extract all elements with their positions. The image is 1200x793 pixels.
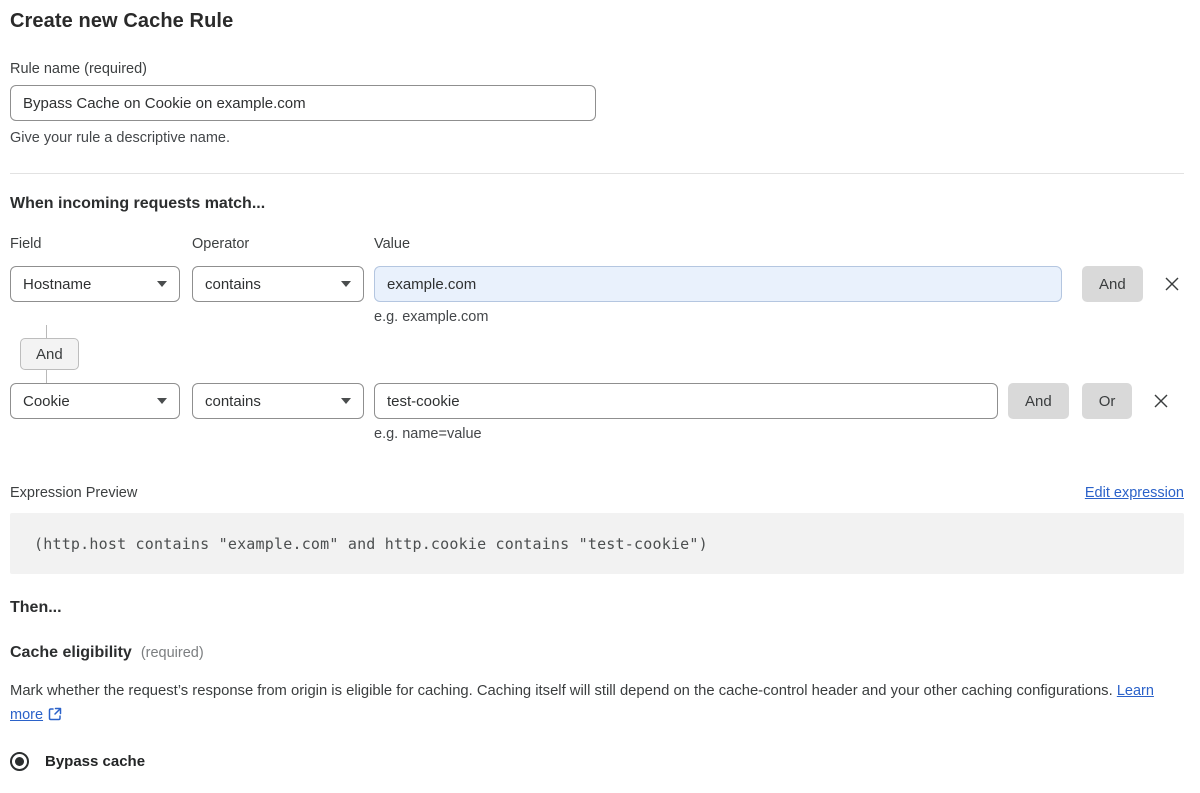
required-note: (required) — [140, 645, 204, 661]
close-icon — [1154, 394, 1168, 408]
add-or-condition-button-2[interactable]: Or — [1081, 383, 1133, 419]
match-heading: When incoming requests match... — [10, 195, 266, 212]
remove-condition-button-1[interactable] — [1163, 275, 1181, 293]
operator-select-2[interactable]: contains — [192, 383, 364, 419]
remove-condition-button-2[interactable] — [1152, 392, 1170, 410]
cache-eligibility-heading: Cache eligibility — [10, 644, 132, 661]
condition-row-2: Cookie contains e.g. name=value And Or — [10, 383, 1184, 442]
field-select-2-value: Cookie — [23, 392, 70, 410]
expression-preview-code: (http.host contains "example.com" and ht… — [10, 513, 1184, 574]
expression-preview-header: Expression Preview Edit expression — [10, 485, 1184, 501]
page-title: Create new Cache Rule — [10, 10, 234, 32]
external-link-icon — [48, 705, 62, 729]
description-text: Mark whether the request’s response from… — [10, 683, 1113, 699]
operator-select-1-value: contains — [205, 275, 261, 293]
condition-row-1: Hostname contains e.g. example.com And — [10, 266, 1184, 325]
chevron-down-icon — [341, 398, 351, 404]
then-heading: Then... — [10, 599, 62, 616]
field-select-1-value: Hostname — [23, 275, 92, 293]
chevron-down-icon — [157, 281, 167, 287]
operator-select-2-value: contains — [205, 392, 261, 410]
rule-name-helper: Give your rule a descriptive name. — [10, 130, 231, 146]
condition-column-labels: Field Operator Value — [10, 236, 1184, 252]
close-icon — [1165, 277, 1179, 291]
radio-option-bypass-cache[interactable]: Bypass cache — [10, 752, 1184, 771]
value-hint-1: e.g. example.com — [374, 309, 489, 325]
connector-line-top — [46, 325, 47, 338]
radio-selected-icon[interactable] — [10, 752, 29, 771]
connector-line-bottom — [46, 370, 47, 383]
expression-preview-label: Expression Preview — [10, 485, 138, 501]
field-select-1[interactable]: Hostname — [10, 266, 180, 302]
value-hint-2: e.g. name=value — [374, 426, 482, 442]
value-input-1[interactable] — [374, 266, 1062, 302]
radio-label-bypass: Bypass cache — [45, 753, 146, 770]
add-and-condition-button-2[interactable]: And — [1008, 383, 1069, 419]
add-and-condition-button-1[interactable]: And — [1082, 266, 1143, 302]
connector-and-button[interactable]: And — [20, 338, 79, 370]
field-select-2[interactable]: Cookie — [10, 383, 180, 419]
rule-name-label: Rule name (required) — [10, 61, 148, 77]
and-connector: And — [10, 325, 1184, 383]
operator-column-label: Operator — [192, 236, 250, 252]
value-input-2[interactable] — [374, 383, 998, 419]
edit-expression-link[interactable]: Edit expression — [1085, 485, 1184, 501]
rule-name-input[interactable] — [10, 85, 596, 121]
cache-eligibility-description: Mark whether the request’s response from… — [10, 679, 1170, 729]
value-column-label: Value — [374, 236, 411, 252]
cache-eligibility-heading-row: Cache eligibility (required) — [10, 644, 1184, 662]
chevron-down-icon — [341, 281, 351, 287]
create-cache-rule-page: Create new Cache Rule Rule name (require… — [0, 10, 1200, 793]
operator-select-1[interactable]: contains — [192, 266, 364, 302]
field-column-label: Field — [10, 236, 42, 252]
section-divider — [10, 173, 1184, 174]
chevron-down-icon — [157, 398, 167, 404]
